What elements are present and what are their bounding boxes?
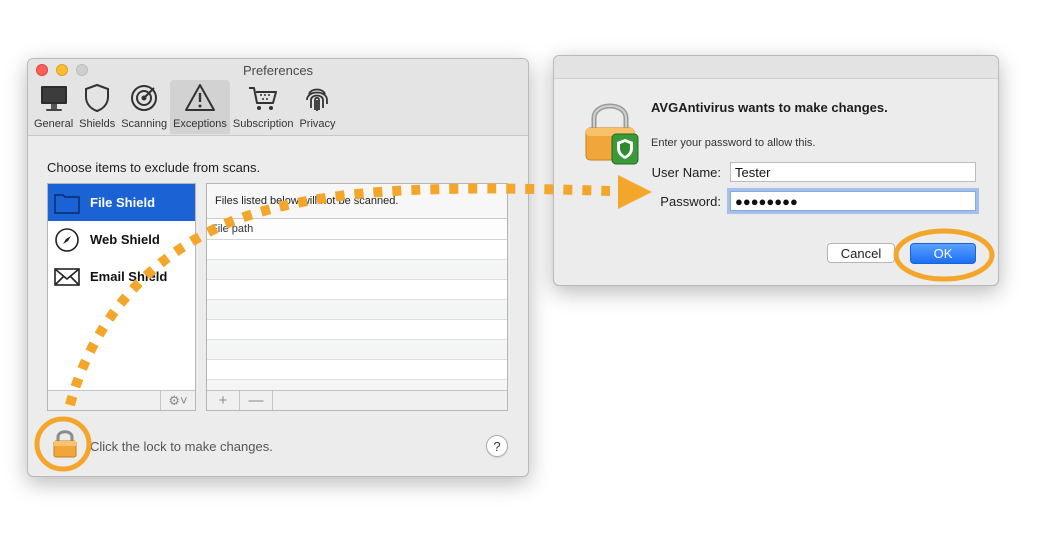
dialog-titlebar xyxy=(554,56,998,79)
tab-scanning-label: Scanning xyxy=(121,118,168,130)
add-exception-button[interactable]: + xyxy=(207,391,240,410)
shield-icon xyxy=(85,83,110,113)
preferences-toolbar: General Shields Scanning Exceptions Subs… xyxy=(31,80,339,134)
list-item-email-shield[interactable]: Email Shield xyxy=(48,258,195,295)
gear-icon: ⚙˅ xyxy=(168,392,188,408)
table-footer: + — xyxy=(207,390,507,410)
tab-privacy[interactable]: Privacy xyxy=(296,80,338,134)
cancel-button[interactable]: Cancel xyxy=(827,243,895,263)
table-row[interactable] xyxy=(207,280,507,300)
list-item-label: Web Shield xyxy=(90,232,160,247)
shield-list-footer: ⚙˅ xyxy=(48,390,195,410)
gear-menu-button[interactable]: ⚙˅ xyxy=(160,391,195,410)
cart-icon xyxy=(249,87,278,110)
list-item-file-shield[interactable]: File Shield xyxy=(48,184,195,221)
table-row[interactable] xyxy=(207,360,507,380)
tab-exceptions-label: Exceptions xyxy=(173,118,227,130)
table-row[interactable] xyxy=(207,300,507,320)
tab-shields[interactable]: Shields xyxy=(76,80,118,134)
table-row[interactable] xyxy=(207,340,507,360)
remove-exception-button[interactable]: — xyxy=(240,391,273,410)
list-item-label: File Shield xyxy=(90,195,156,210)
padlock-shield-icon xyxy=(585,103,639,165)
shield-list: File Shield Web Shield Email Shield ⚙˅ xyxy=(47,183,196,411)
preferences-titlebar: Preferences General Shields Scanning Exc… xyxy=(28,59,528,136)
username-label: User Name: xyxy=(651,165,721,180)
warning-icon xyxy=(185,84,215,111)
tab-scanning[interactable]: Scanning xyxy=(118,80,170,134)
fingerprint-icon xyxy=(306,88,329,111)
tab-subscription-label: Subscription xyxy=(232,118,294,130)
tab-privacy-label: Privacy xyxy=(299,118,336,130)
dialog-title: AVGAntivirus wants to make changes. xyxy=(651,100,888,115)
table-row[interactable] xyxy=(207,320,507,340)
tab-general[interactable]: General xyxy=(31,80,76,134)
table-row[interactable] xyxy=(207,260,507,280)
tab-exceptions[interactable]: Exceptions xyxy=(170,80,230,134)
list-item-web-shield[interactable]: Web Shield xyxy=(48,221,195,258)
column-header-file-path[interactable]: File path xyxy=(207,219,507,240)
table-body xyxy=(207,240,507,400)
list-item-label: Email Shield xyxy=(90,269,168,284)
table-row[interactable] xyxy=(207,240,507,260)
tab-shields-label: Shields xyxy=(79,118,116,130)
lock-icon[interactable] xyxy=(52,428,78,458)
monitor-icon xyxy=(40,86,67,111)
password-field[interactable] xyxy=(730,191,976,211)
ok-button[interactable]: OK xyxy=(910,243,976,264)
folder-icon xyxy=(54,193,80,214)
dialog-subtitle: Enter your password to allow this. xyxy=(651,137,816,149)
authentication-dialog: AVGAntivirus wants to make changes. Ente… xyxy=(553,55,999,286)
compass-icon xyxy=(55,227,79,252)
table-note: Files listed below will not be scanned. xyxy=(207,184,507,219)
password-label: Password: xyxy=(660,194,721,209)
preferences-window: Preferences General Shields Scanning Exc… xyxy=(27,58,529,477)
help-button[interactable]: ? xyxy=(486,435,508,457)
instruction-text: Choose items to exclude from scans. xyxy=(47,160,261,175)
radar-icon xyxy=(131,85,158,111)
window-title: Preferences xyxy=(242,63,314,78)
lock-message: Click the lock to make changes. xyxy=(90,439,273,454)
username-field[interactable] xyxy=(730,162,976,182)
envelope-icon xyxy=(54,267,80,286)
tab-subscription[interactable]: Subscription xyxy=(230,80,297,134)
tab-general-label: General xyxy=(34,118,74,130)
exceptions-table: Files listed below will not be scanned. … xyxy=(206,183,508,411)
